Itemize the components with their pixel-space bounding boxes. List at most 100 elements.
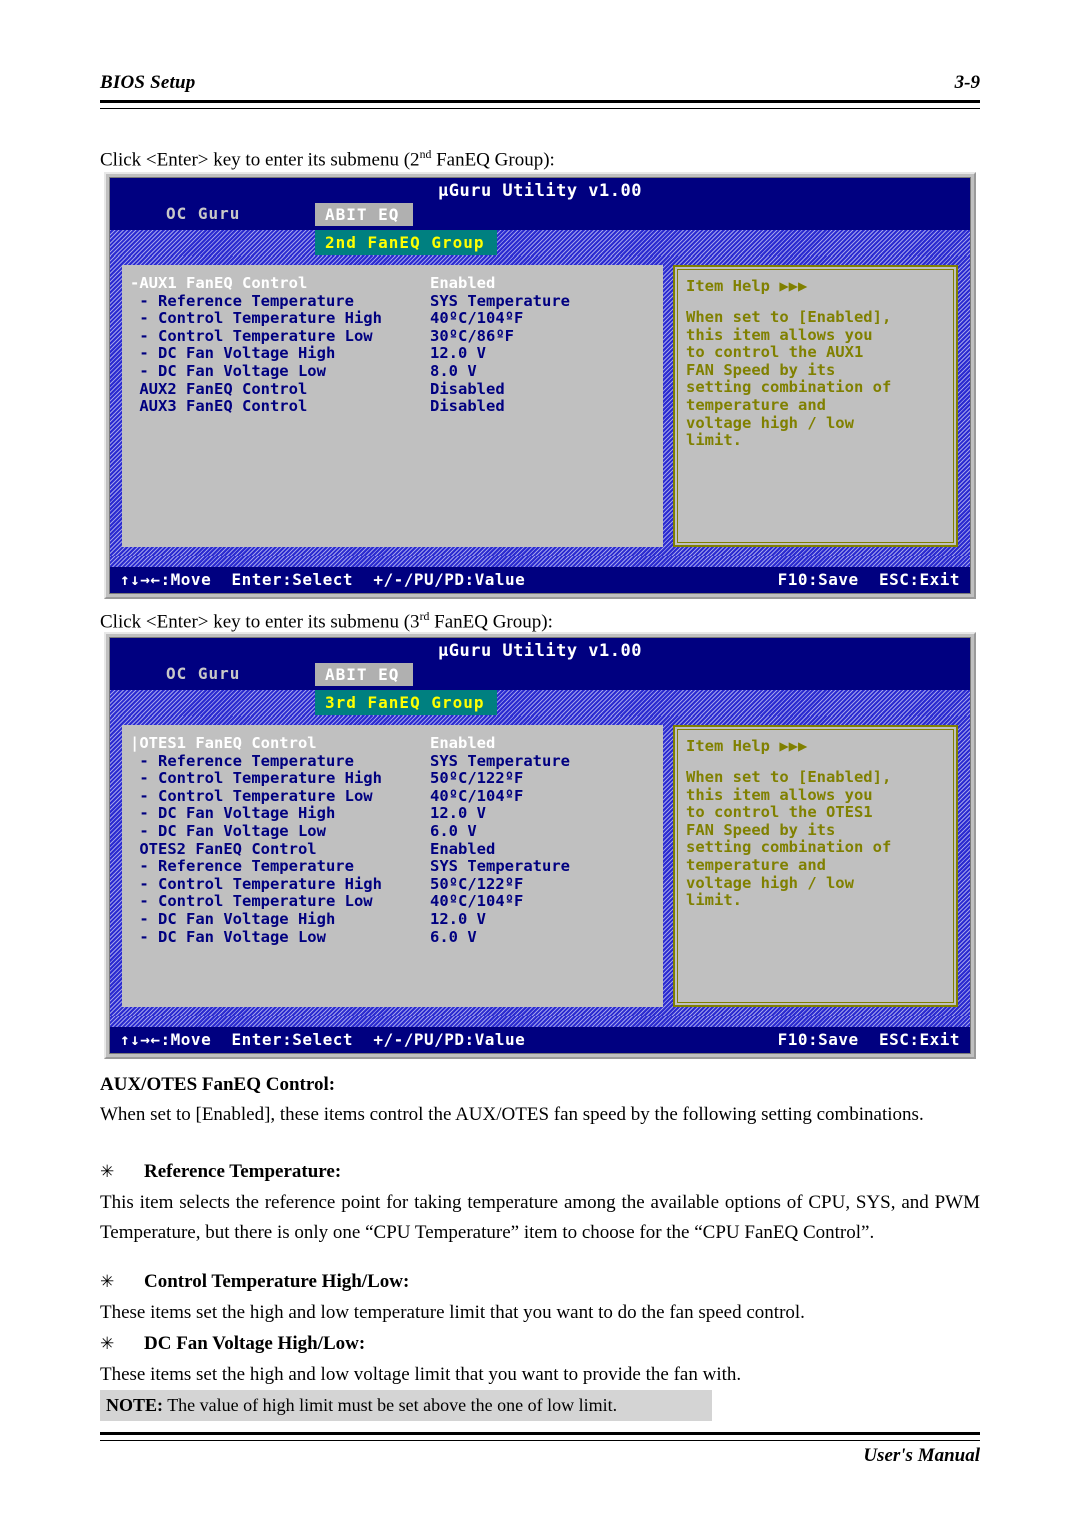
bios-bottom-hatch <box>110 556 970 567</box>
bios-app-title: µGuru Utility v1.00 <box>438 641 642 661</box>
tab-oc-guru[interactable]: OC Guru <box>166 664 240 683</box>
document-page: BIOS Setup 3-9 Click <Enter> key to ente… <box>0 0 1080 1529</box>
bios-setting-row[interactable]: AUX2 FanEQ Control Disabled <box>130 380 657 399</box>
bios-title-bar: µGuru Utility v1.00 OC Guru ABIT EQ <box>110 638 970 690</box>
bios-setting-row[interactable]: - Control Temperature High 50ºC/122ºF <box>130 770 657 788</box>
bios-setting-value[interactable]: 12.0 V <box>430 345 657 363</box>
bios-status-bar: ↑↓→←:Move Enter:Select +/-/PU/PD:Value F… <box>110 567 970 593</box>
bios-setting-value[interactable]: SYS Temperature <box>430 858 657 876</box>
bios-window-inner: µGuru Utility v1.00 OC Guru ABIT EQ 3rd … <box>109 637 971 1054</box>
item-help-line: to control the AUX1 <box>686 343 864 362</box>
bios-setting-value[interactable]: Enabled <box>430 734 657 753</box>
intro-1-before: Click <Enter> key to enter its submenu (… <box>100 149 420 171</box>
bios-setting-label: - DC Fan Voltage Low <box>130 821 326 840</box>
item-help-line: to control the OTES1 <box>686 803 873 822</box>
bios-setting-value[interactable]: Enabled <box>430 274 657 293</box>
bios-setting-row[interactable]: - DC Fan Voltage Low 8.0 V <box>130 362 657 381</box>
intro-text-1: Click <Enter> key to enter its submenu (… <box>100 140 980 175</box>
bios-setting-value[interactable]: 50ºC/122ºF <box>430 875 657 894</box>
item-help-inner: Item Help ▶▶▶ When set to [Enabled], this… <box>677 269 954 543</box>
bios-setting-value[interactable]: 8.0 V <box>430 362 657 381</box>
bios-setting-row[interactable]: - DC Fan Voltage High 12.0 V <box>130 805 657 823</box>
tab-oc-guru[interactable]: OC Guru <box>166 204 240 223</box>
bios-setting-value[interactable]: 40ºC/104ºF <box>430 787 657 806</box>
bios-setting-row[interactable]: OTES2 FanEQ Control Enabled <box>130 840 657 859</box>
tab-3rd-faneq-group[interactable]: 3rd FanEQ Group <box>315 690 497 715</box>
status-keys-right: F10:Save ESC:Exit <box>777 1030 960 1049</box>
asterisk-bullet-icon: ✳ <box>100 1334 115 1354</box>
bios-setting-row[interactable]: - Reference Temperature SYS Temperature <box>130 752 657 771</box>
bullet-dc-fan-voltage: ✳ DC Fan Voltage High/Low: <box>100 1330 980 1358</box>
bios-setting-value[interactable]: 50ºC/122ºF <box>430 770 657 788</box>
item-help-line: setting combination of <box>686 838 892 857</box>
bios-tab-bar: OC Guru ABIT EQ <box>110 203 970 227</box>
status-keys-right: F10:Save ESC:Exit <box>777 570 960 589</box>
bios-setting-row[interactable]: AUX3 FanEQ Control Disabled <box>130 398 657 416</box>
bios-status-bar: ↑↓→←:Move Enter:Select +/-/PU/PD:Value F… <box>110 1027 970 1053</box>
paragraph-reference-temperature: This item selects the reference point fo… <box>100 1192 980 1243</box>
bios-setting-value[interactable]: Enabled <box>430 840 657 859</box>
bios-setting-value[interactable]: 6.0 V <box>430 928 657 947</box>
note-label: NOTE: <box>106 1395 164 1415</box>
bios-setting-row[interactable]: |OTES1 FanEQ Control Enabled <box>130 734 657 753</box>
footer-rule <box>100 1432 980 1441</box>
status-keys-left: ↑↓→←:Move Enter:Select +/-/PU/PD:Value <box>120 1030 526 1049</box>
bios-setting-value[interactable]: 30ºC/86ºF <box>430 327 657 346</box>
bios-window-inner: µGuru Utility v1.00 OC Guru ABIT EQ 2nd … <box>109 177 971 594</box>
intro-1-sup: nd <box>419 148 432 161</box>
bios-setting-value[interactable]: Disabled <box>430 380 657 399</box>
bios-setting-row[interactable]: - DC Fan Voltage Low 6.0 V <box>130 928 657 947</box>
tab-abit-eq[interactable]: ABIT EQ <box>315 203 414 226</box>
bios-setting-value[interactable]: SYS Temperature <box>430 752 657 771</box>
heading-aux-otes-faneq-control: AUX/OTES FanEQ Control: <box>100 1074 336 1095</box>
paragraph-control-temperature: These items set the high and low tempera… <box>100 1302 805 1323</box>
bios-setting-row[interactable]: - Control Temperature High 40ºC/104ºF <box>130 310 657 328</box>
bios-setting-row[interactable]: - Reference Temperature SYS Temperature <box>130 292 657 311</box>
bios-setting-row[interactable]: - DC Fan Voltage High 12.0 V <box>130 345 657 363</box>
bios-setting-value[interactable]: SYS Temperature <box>430 292 657 311</box>
bios-setting-label: - Control Temperature Low <box>130 786 373 805</box>
bios-setting-value[interactable]: Disabled <box>430 398 657 416</box>
bios-setting-value[interactable]: 40ºC/104ºF <box>430 310 657 328</box>
item-help-inner: Item Help ▶▶▶ When set to [Enabled], this… <box>677 729 954 1003</box>
bios-setting-label: - Control Temperature Low <box>130 326 373 345</box>
bios-setting-row[interactable]: -AUX1 FanEQ Control Enabled <box>130 274 657 293</box>
bios-setting-label: - Reference Temperature <box>130 857 354 876</box>
bios-setting-value[interactable]: 12.0 V <box>430 910 657 929</box>
bios-screenshot-2nd-faneq-group: µGuru Utility v1.00 OC Guru ABIT EQ 2nd … <box>104 172 976 599</box>
heading-dc-fan-voltage-high-low: DC Fan Voltage High/Low: <box>144 1333 366 1354</box>
item-help-line: temperature and <box>686 855 826 874</box>
item-help-line: When set to [Enabled], <box>686 308 892 326</box>
item-help-line: When set to [Enabled], <box>686 768 892 786</box>
item-help-line: this item allows you <box>686 325 873 344</box>
bios-setting-row[interactable]: - Control Temperature Low 40ºC/104ºF <box>130 893 657 911</box>
bios-setting-value[interactable]: 6.0 V <box>430 822 657 841</box>
bios-setting-row[interactable]: - Control Temperature Low 40ºC/104ºF <box>130 786 657 806</box>
bios-setting-row[interactable]: - Control Temperature Low 30ºC/86ºF <box>130 326 657 346</box>
bios-setting-row[interactable]: - DC Fan Voltage Low 6.0 V <box>130 821 657 841</box>
bios-setting-row[interactable]: - Control Temperature High 50ºC/122ºF <box>130 875 657 894</box>
asterisk-bullet-icon: ✳ <box>100 1162 115 1182</box>
bios-bottom-hatch <box>110 1016 970 1027</box>
bios-group-tab-row: 2nd FanEQ Group <box>110 230 970 256</box>
bios-setting-row[interactable]: - DC Fan Voltage High 12.0 V <box>130 910 657 929</box>
tab-abit-eq[interactable]: ABIT EQ <box>315 663 414 686</box>
heading-reference-temperature: Reference Temperature: <box>144 1161 342 1182</box>
item-help-line: voltage high / low <box>686 873 854 892</box>
bios-setting-value[interactable]: 12.0 V <box>430 805 657 823</box>
bios-setting-row[interactable]: - Reference Temperature SYS Temperature <box>130 858 657 876</box>
bios-setting-value[interactable]: 40ºC/104ºF <box>430 893 657 911</box>
item-help-line: temperature and <box>686 395 826 414</box>
bios-setting-label: - Control Temperature High <box>130 309 382 328</box>
bullet-control-temperature: ✳ Control Temperature High/Low: <box>100 1268 980 1296</box>
intro-2-before: Click <Enter> key to enter its submenu (… <box>100 611 420 633</box>
paragraph-aux-otes-body: When set to [Enabled], these items contr… <box>100 1104 924 1125</box>
item-help-line: limit. <box>686 431 742 450</box>
bios-setting-label: -AUX1 FanEQ Control <box>130 274 308 292</box>
bios-setting-label: - DC Fan Voltage High <box>130 804 336 823</box>
asterisk-bullet-icon: ✳ <box>100 1272 115 1292</box>
note-text: The value of high limit must be set abov… <box>163 1395 618 1415</box>
bios-content-area: |OTES1 FanEQ Control Enabled - Reference … <box>110 716 970 1016</box>
tab-2nd-faneq-group[interactable]: 2nd FanEQ Group <box>315 230 497 255</box>
bios-setting-label: - Control Temperature Low <box>130 892 373 911</box>
